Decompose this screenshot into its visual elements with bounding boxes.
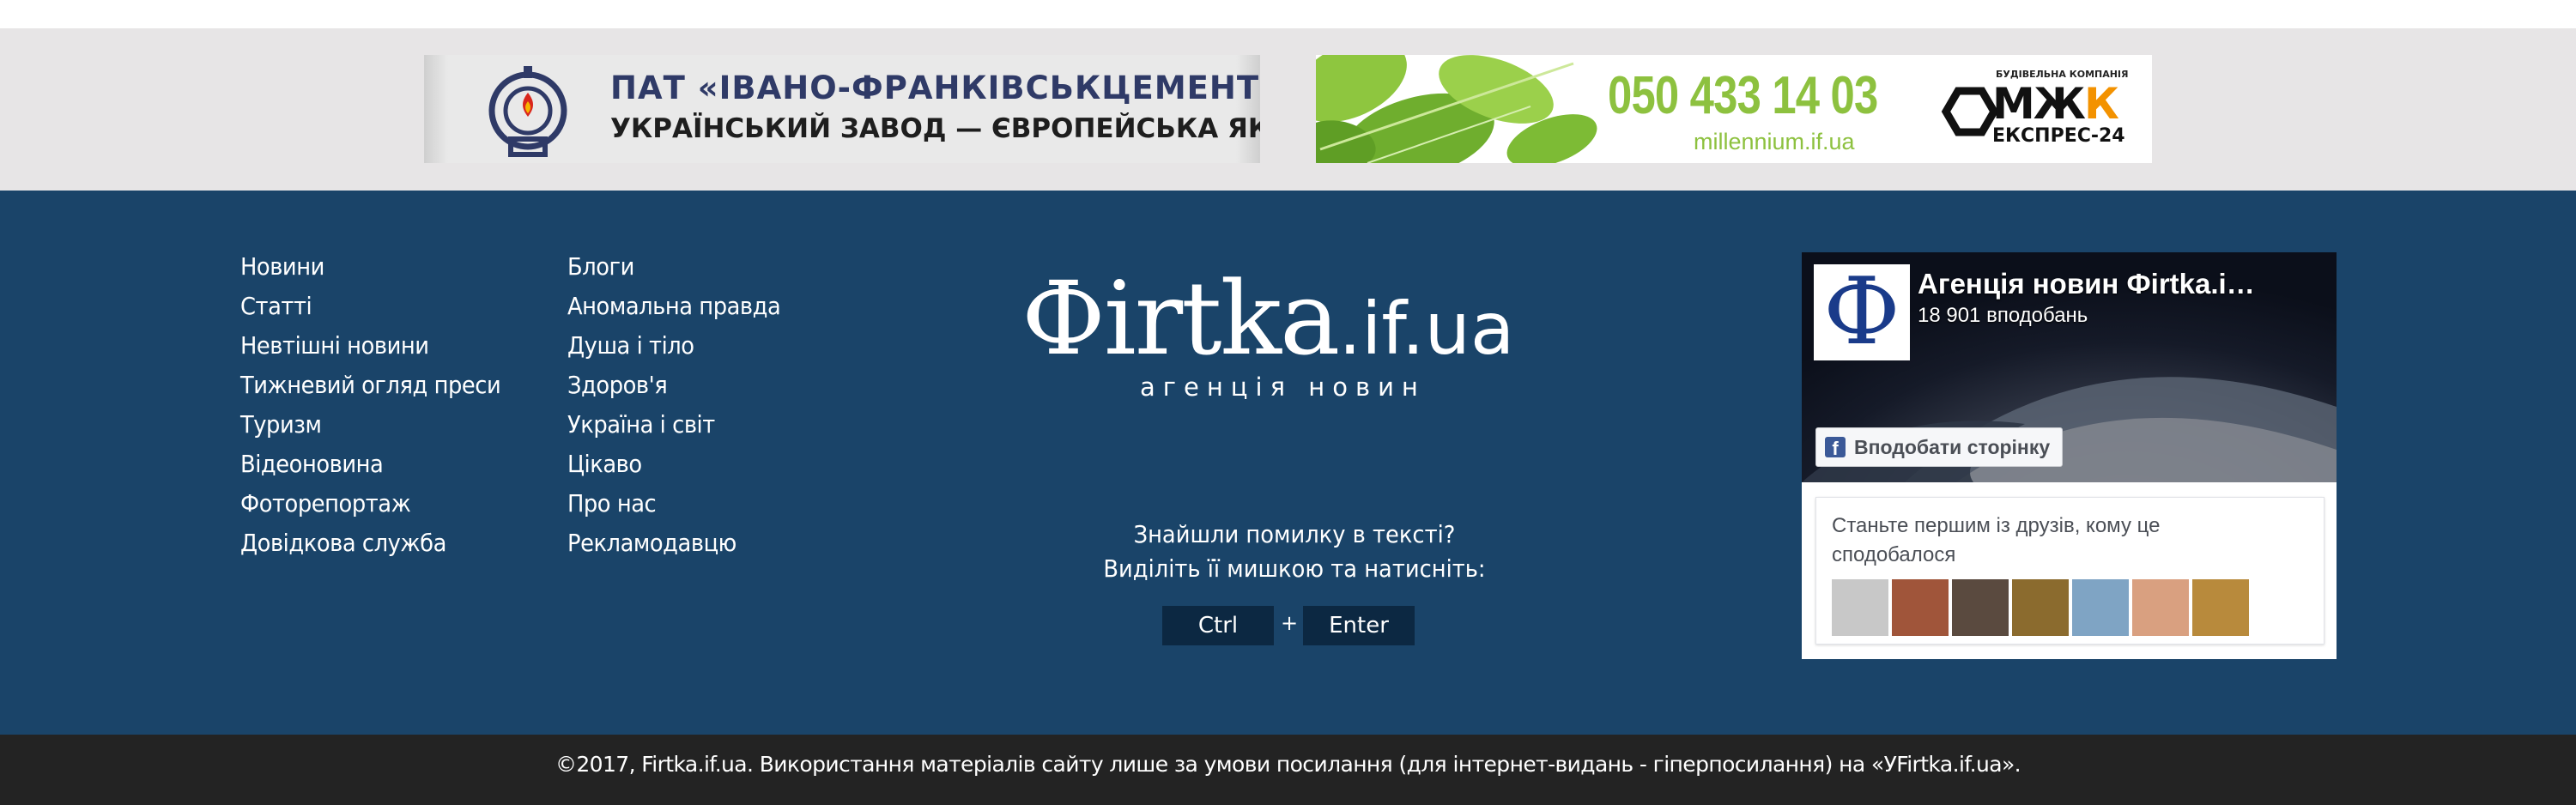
footer-link-articles[interactable]: Статті (240, 287, 500, 326)
copyright-bar: ©2017, Firtka.if.ua. Використання матері… (0, 735, 2576, 805)
footer-link-ukraine-world[interactable]: Україна і світ (567, 405, 780, 445)
friend-avatar[interactable] (2192, 579, 2249, 636)
footer-link-tourism[interactable]: Туризм (240, 405, 500, 445)
facebook-likes-count: 18 901 вподобань (1918, 304, 2088, 327)
footer-menu-secondary: Блоги Аномальна правда Душа і тіло Здоро… (567, 247, 799, 563)
banner-cement-title: ПАТ «ІВАНО-ФРАНКІВСЬКЦЕМЕНТ» (610, 70, 1260, 106)
banner-cement-slogan: УКРАЇНСЬКИЙ ЗАВОД — ЄВРОПЕЙСЬКА ЯКІСТЬ! (610, 113, 1260, 144)
footer-link-sad-news[interactable]: Невтішні новини (240, 326, 500, 366)
banner-mjk-subtitle: ЕКСПРЕС-24 (1992, 125, 2125, 147)
facebook-page-name[interactable]: Агенція новин Фirtka.i… (1918, 268, 2255, 300)
footer-link-photo-report[interactable]: Фоторепортаж (240, 484, 500, 524)
error-report-instruction: Виділіть її мишкою та натисніть: (1103, 554, 1486, 583)
cement-logo-icon (488, 66, 567, 157)
logo-domain: .if.ua (1338, 287, 1515, 371)
footer-link-anomalous-truth[interactable]: Аномальна правда (567, 287, 781, 326)
facebook-cover-image[interactable]: Ф Агенція новин Фirtka.i… 18 901 вподоба… (1802, 252, 2337, 482)
friend-avatar[interactable] (2132, 579, 2189, 636)
footer-menu-primary: Новини Статті Невтішні новини Тижневий о… (240, 247, 524, 563)
facebook-page-widget: Ф Агенція новин Фirtka.i… 18 901 вподоба… (1802, 252, 2337, 659)
footer-link-press-review[interactable]: Тижневий огляд преси (240, 366, 501, 405)
footer-link-advertisers[interactable]: Рекламодавцю (567, 524, 780, 563)
friend-avatar[interactable] (1892, 579, 1949, 636)
footer-link-news[interactable]: Новини (240, 247, 500, 287)
footer-link-interesting[interactable]: Цікаво (567, 445, 780, 484)
banner-mjk-express[interactable]: 050 433 14 03 millennium.if.ua БУДІВЕЛЬН… (1316, 55, 2152, 163)
site-logo[interactable]: Фirtka.if.ua агенція новин (1021, 268, 1515, 402)
key-enter-badge: Enter (1303, 606, 1415, 645)
banner-ivano-frankivskcement[interactable]: ПАТ «ІВАНО-ФРАНКІВСЬКЦЕМЕНТ» УКРАЇНСЬКИЙ… (424, 55, 1260, 163)
friend-avatar[interactable] (1952, 579, 2009, 636)
banner-mjk-site: millennium.if.ua (1694, 129, 1855, 154)
friend-avatar[interactable] (2012, 579, 2069, 636)
leaves-icon (1316, 55, 1599, 163)
footer-link-health[interactable]: Здоров'я (567, 366, 780, 405)
copyright-text: ©2017, Firtka.if.ua. Використання матері… (555, 752, 2021, 777)
logo-tagline: агенція новин (1140, 372, 1426, 402)
facebook-like-page-button[interactable]: f Вподобати сторінку (1815, 427, 2064, 467)
banner-mjk-phone: 050 433 14 03 (1608, 66, 1878, 125)
key-ctrl-badge: Ctrl (1162, 606, 1274, 645)
footer-link-about[interactable]: Про нас (567, 484, 780, 524)
logo-name: Фirtka (1021, 259, 1340, 378)
footer-link-blogs[interactable]: Блоги (567, 247, 780, 287)
facebook-page-avatar[interactable]: Ф (1814, 259, 1910, 366)
friend-avatar[interactable] (2072, 579, 2129, 636)
top-spacer (0, 0, 2576, 28)
error-report-question: Знайшли помилку в тексті? (1133, 520, 1456, 548)
banner-mjk-brand: МЖК (1992, 79, 2119, 129)
key-plus-sign: + (1281, 611, 1299, 635)
facebook-like-label: Вподобати сторінку (1854, 435, 2051, 458)
friend-avatar[interactable] (1832, 579, 1888, 636)
facebook-icon: f (1825, 437, 1846, 457)
footer-link-video-news[interactable]: Відеоновина (240, 445, 500, 484)
facebook-friends-box: Станьте першим із друзів, кому це сподоб… (1815, 497, 2324, 645)
banner-strip (0, 28, 2576, 191)
footer-link-help-desk[interactable]: Довідкова служба (240, 524, 500, 563)
facebook-friends-text: Станьте першим із друзів, кому це сподоб… (1832, 514, 2161, 566)
footer-link-soul-body[interactable]: Душа і тіло (567, 326, 780, 366)
